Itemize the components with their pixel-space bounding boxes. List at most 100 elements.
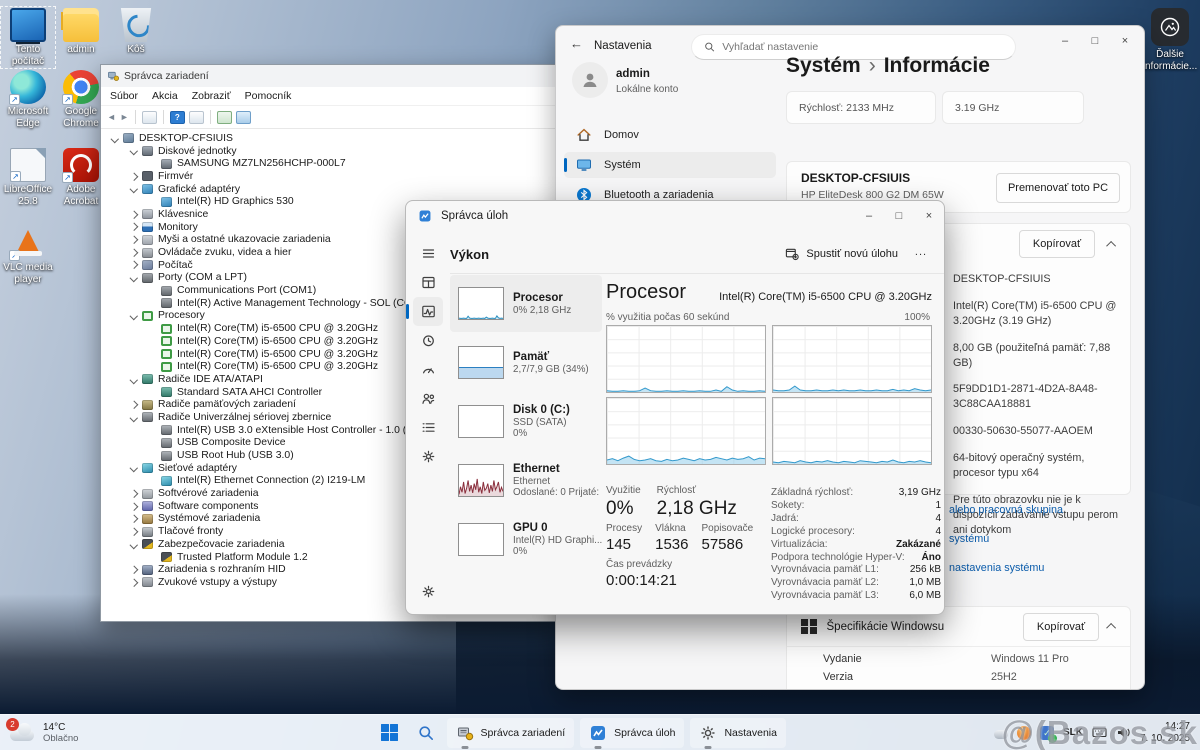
avatar[interactable]: [572, 62, 608, 98]
taskbar-app-devmgr[interactable]: Správca zariadení: [447, 718, 575, 748]
start-button[interactable]: [374, 718, 405, 748]
tree-item[interactable]: Diskové jednotky: [101, 145, 557, 158]
help-icon[interactable]: ?: [170, 111, 185, 124]
desktop-icon-label: admin: [55, 44, 107, 56]
chevron-icon[interactable]: [128, 174, 140, 180]
desktop-icon-vlc[interactable]: ↗VLC media player: [2, 226, 54, 285]
desktop-icon-libre[interactable]: ↗LibreOffice 25.8: [2, 148, 54, 207]
menu-icon[interactable]: [413, 239, 443, 268]
tree-item[interactable]: SAMSUNG MZ7LN256HCHP-000L7: [101, 157, 557, 170]
chevron-icon[interactable]: [128, 415, 140, 421]
chevron-icon[interactable]: [128, 504, 140, 510]
processes-icon[interactable]: [413, 268, 443, 297]
perf-item-disk[interactable]: Disk 0 (C:)SSD (SATA)0%: [450, 393, 602, 450]
chevron-up-icon[interactable]: [1106, 623, 1116, 633]
perf-item-mem[interactable]: Pamäť2,7/7,9 GB (34%): [450, 334, 602, 391]
menu-item[interactable]: Zobraziť: [185, 90, 238, 102]
app-history-icon[interactable]: [413, 326, 443, 355]
desktop-icon-edge[interactable]: ↗Microsoft Edge: [2, 70, 54, 129]
chevron-icon[interactable]: [128, 377, 140, 383]
close-button[interactable]: ×: [914, 201, 944, 231]
chevron-icon[interactable]: [128, 402, 140, 408]
chevron-icon[interactable]: [128, 148, 140, 154]
tree-item[interactable]: Grafické adaptéry: [101, 183, 557, 196]
desktop-icon-thispc[interactable]: Tento počítač: [2, 8, 54, 67]
settings-gear-icon[interactable]: [413, 577, 443, 606]
task-manager-titlebar[interactable]: Správca úloh – □ ×: [406, 201, 944, 231]
desktop-icon-admin[interactable]: admin: [55, 8, 107, 56]
search-button[interactable]: [411, 718, 441, 748]
chevron-icon[interactable]: [128, 250, 140, 256]
chevron-icon[interactable]: [128, 224, 140, 230]
chevron-icon[interactable]: [128, 186, 140, 192]
forward-icon[interactable]: ►: [120, 112, 129, 122]
taskbar-app-settings[interactable]: Nastavenia: [690, 718, 786, 748]
sidebar-item-home[interactable]: Domov: [564, 122, 776, 148]
chevron-icon[interactable]: [128, 313, 140, 319]
tree-item[interactable]: Firmvér: [101, 170, 557, 183]
minimize-button[interactable]: –: [1050, 26, 1080, 56]
maximize-button[interactable]: □: [1080, 26, 1110, 56]
minimize-button[interactable]: –: [854, 201, 884, 231]
mouse-icon: [142, 235, 153, 245]
computer-icon[interactable]: [236, 111, 251, 124]
desktop-icon-label: VLC media player: [2, 262, 54, 285]
stat-row: Virtualizácia:Zakázané: [771, 539, 941, 552]
services-icon[interactable]: [413, 442, 443, 471]
chevron-icon[interactable]: [128, 491, 140, 497]
search-input[interactable]: [722, 41, 1003, 53]
sidebar-item-system[interactable]: Systém: [564, 152, 776, 178]
chevron-icon[interactable]: [128, 262, 140, 268]
tree-item-label: Intel(R) HD Graphics 530: [177, 196, 294, 207]
chevron-icon[interactable]: [128, 529, 140, 535]
chevron-icon[interactable]: [128, 237, 140, 243]
maximize-button[interactable]: □: [884, 201, 914, 231]
chevron-icon[interactable]: [128, 567, 140, 573]
taskbar-app-taskmgr[interactable]: Správca úloh: [580, 718, 684, 748]
list-view-icon[interactable]: [142, 111, 157, 124]
menu-item[interactable]: Pomocník: [238, 90, 299, 102]
chevron-icon[interactable]: [128, 465, 140, 471]
chevron-icon[interactable]: [128, 542, 140, 548]
more-options-button[interactable]: ...: [908, 241, 934, 267]
perf-item-cpu[interactable]: Procesor0% 2,18 GHz: [450, 275, 602, 332]
desktop-icon-recycle[interactable]: Kôš: [110, 8, 162, 56]
stat-label: Využitie: [606, 485, 641, 496]
back-icon[interactable]: ◄: [107, 112, 116, 122]
tree-item[interactable]: DESKTOP-CFSIUIS: [101, 132, 557, 145]
spec-value: 64-bitový operačný systém, procesor typu…: [953, 451, 1125, 481]
chevron-icon[interactable]: [128, 275, 140, 281]
chevron-icon[interactable]: [128, 212, 140, 218]
tree-item-label: Software components: [158, 501, 259, 512]
details-icon[interactable]: [413, 413, 443, 442]
menu-item[interactable]: Súbor: [103, 90, 145, 102]
startup-apps-icon[interactable]: [413, 355, 443, 384]
scan-hardware-icon[interactable]: [217, 111, 232, 124]
chevron-up-icon[interactable]: [1106, 240, 1116, 250]
computer-icon: [123, 133, 134, 143]
stat-value: Zakázané: [896, 539, 941, 552]
display-icon: [161, 197, 172, 207]
menu-item[interactable]: Akcia: [145, 90, 185, 102]
disk-thumbnail: [458, 405, 504, 438]
perf-item-eth[interactable]: EthernetEthernetOdoslané: 0 Prijaté: 16,…: [450, 452, 602, 509]
copy-button[interactable]: Kopírovať: [1023, 613, 1099, 641]
back-icon[interactable]: ←: [570, 36, 583, 51]
perf-item-sub: 2,7/7,9 GB (34%): [513, 364, 589, 375]
run-new-task-button[interactable]: Spustiť novú úlohu: [775, 240, 908, 268]
users-icon[interactable]: [413, 384, 443, 413]
chevron-icon[interactable]: [128, 516, 140, 522]
rename-pc-button[interactable]: Premenovať toto PC: [996, 173, 1120, 203]
chevron-icon[interactable]: [128, 580, 140, 586]
properties-icon[interactable]: [189, 111, 204, 124]
perf-item-gpu[interactable]: GPU 0Intel(R) HD Graphi...0%: [450, 511, 602, 568]
breadcrumb-parent[interactable]: Systém: [786, 54, 861, 77]
device-manager-titlebar[interactable]: Správca zariadení: [101, 65, 557, 87]
close-button[interactable]: ×: [1110, 26, 1140, 56]
chevron-icon[interactable]: [109, 136, 121, 142]
weather-widget[interactable]: 2 14°C Oblačno: [0, 722, 210, 744]
performance-icon[interactable]: [413, 297, 443, 326]
copy-button[interactable]: Kopírovať: [1019, 230, 1095, 258]
home-icon: [576, 127, 592, 143]
desktop-icon-spotlight[interactable]: Ďalšie informácie...: [1138, 8, 1200, 72]
